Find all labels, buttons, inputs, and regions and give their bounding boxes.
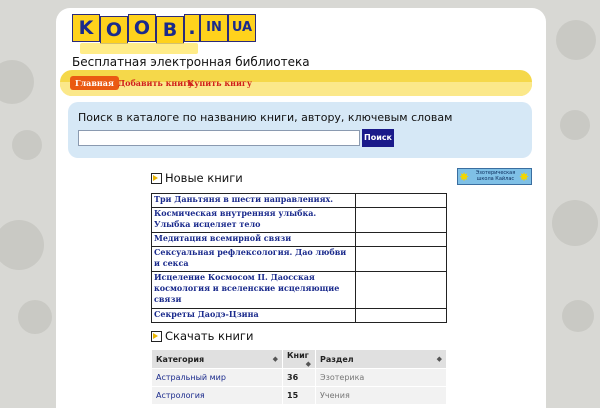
new-books-heading: Новые книги — [165, 171, 243, 185]
nav-item-buy-book[interactable]: Купить книгу — [187, 78, 252, 88]
column-header-count[interactable]: Книг ◆ — [282, 349, 316, 369]
nav-item-add-book[interactable]: Добавить книгу — [118, 78, 193, 88]
new-books-table: Три Даньтяня в шести направлениях. Косми… — [151, 193, 447, 323]
category-link[interactable]: Астрология — [151, 386, 283, 405]
arrow-icon — [151, 173, 162, 184]
book-count: 15 — [282, 386, 316, 405]
table-cell — [355, 246, 447, 272]
star-icon: ✸ — [519, 170, 530, 184]
book-link[interactable]: Три Даньтяня в шести направлениях. — [151, 193, 356, 208]
column-header-category[interactable]: Категория ◆ — [151, 349, 283, 369]
background-dot — [552, 200, 598, 246]
logo-letter: O — [128, 14, 156, 42]
table-header-row: Категория ◆ Книг ◆ Раздел ◆ — [151, 349, 447, 369]
table-row: Астрология 15 Учения — [151, 386, 447, 405]
background-dot — [0, 220, 44, 270]
background-dot — [18, 300, 52, 334]
table-row: Медитация всемирной связи — [151, 232, 447, 247]
table-cell — [355, 193, 447, 208]
table-cell — [355, 232, 447, 247]
table-row: Секреты Даодэ-Цзина — [151, 308, 447, 323]
background-dot — [0, 60, 34, 104]
book-link[interactable]: Исцеление Космосом II. Даосская космолог… — [151, 271, 356, 309]
table-row: Три Даньтяня в шести направлениях. — [151, 193, 447, 208]
banner-text: Эзотерическая школа Кайлас — [475, 170, 516, 182]
background-dot — [556, 20, 596, 60]
sort-icon[interactable]: ◆ — [273, 355, 278, 363]
column-label: Книг — [287, 350, 309, 360]
logo-letter: UA — [228, 14, 256, 42]
site-tagline: Бесплатная электронная библиотека — [72, 55, 310, 69]
book-link[interactable]: Секреты Даодэ-Цзина — [151, 308, 356, 323]
table-cell — [355, 271, 447, 309]
background-dot — [560, 110, 590, 140]
background-dot — [562, 300, 594, 332]
category-link[interactable]: Астральный мир — [151, 368, 283, 387]
download-heading: Скачать книги — [165, 329, 254, 343]
arrow-icon — [151, 331, 162, 342]
table-row: Астральный мир 36 Эзотерика — [151, 368, 447, 387]
section-name: Учения — [315, 386, 447, 405]
table-row: Космическая внутренняя улыбка. Улыбка ис… — [151, 207, 447, 233]
logo-letter: K — [72, 14, 100, 42]
logo-letter: IN — [200, 14, 228, 42]
logo-letter: . — [184, 14, 200, 42]
sort-icon[interactable]: ◆ — [306, 360, 311, 368]
column-header-section[interactable]: Раздел ◆ — [315, 349, 447, 369]
site-logo[interactable]: K O O B . IN UA — [72, 14, 262, 54]
column-label: Раздел — [320, 354, 354, 364]
logo-reflection — [80, 43, 198, 54]
book-link[interactable]: Сексуальная рефлексология. Дао любви и с… — [151, 246, 356, 272]
book-link[interactable]: Медитация всемирной связи — [151, 232, 356, 247]
download-table: Категория ◆ Книг ◆ Раздел ◆ Астральный мир … — [151, 349, 447, 405]
table-cell — [355, 308, 447, 323]
sort-icon[interactable]: ◆ — [437, 355, 442, 363]
table-row: Исцеление Космосом II. Даосская космолог… — [151, 271, 447, 309]
background-dot — [12, 130, 42, 160]
search-input[interactable] — [78, 130, 360, 146]
star-icon: ✸ — [459, 170, 470, 184]
search-title: Поиск в каталоге по названию книги, авто… — [78, 111, 453, 124]
book-link[interactable]: Космическая внутренняя улыбка. Улыбка ис… — [151, 207, 356, 233]
book-count: 36 — [282, 368, 316, 387]
table-row: Сексуальная рефлексология. Дао любви и с… — [151, 246, 447, 272]
section-name: Эзотерика — [315, 368, 447, 387]
table-cell — [355, 207, 447, 233]
esoteric-school-banner[interactable]: ✸ Эзотерическая школа Кайлас ✸ — [457, 168, 532, 185]
column-label: Категория — [156, 354, 205, 364]
search-button[interactable]: Поиск — [362, 129, 394, 147]
nav-item-home[interactable]: Главная — [70, 76, 119, 90]
logo-letter: O — [100, 16, 128, 44]
logo-letter: B — [156, 16, 184, 44]
